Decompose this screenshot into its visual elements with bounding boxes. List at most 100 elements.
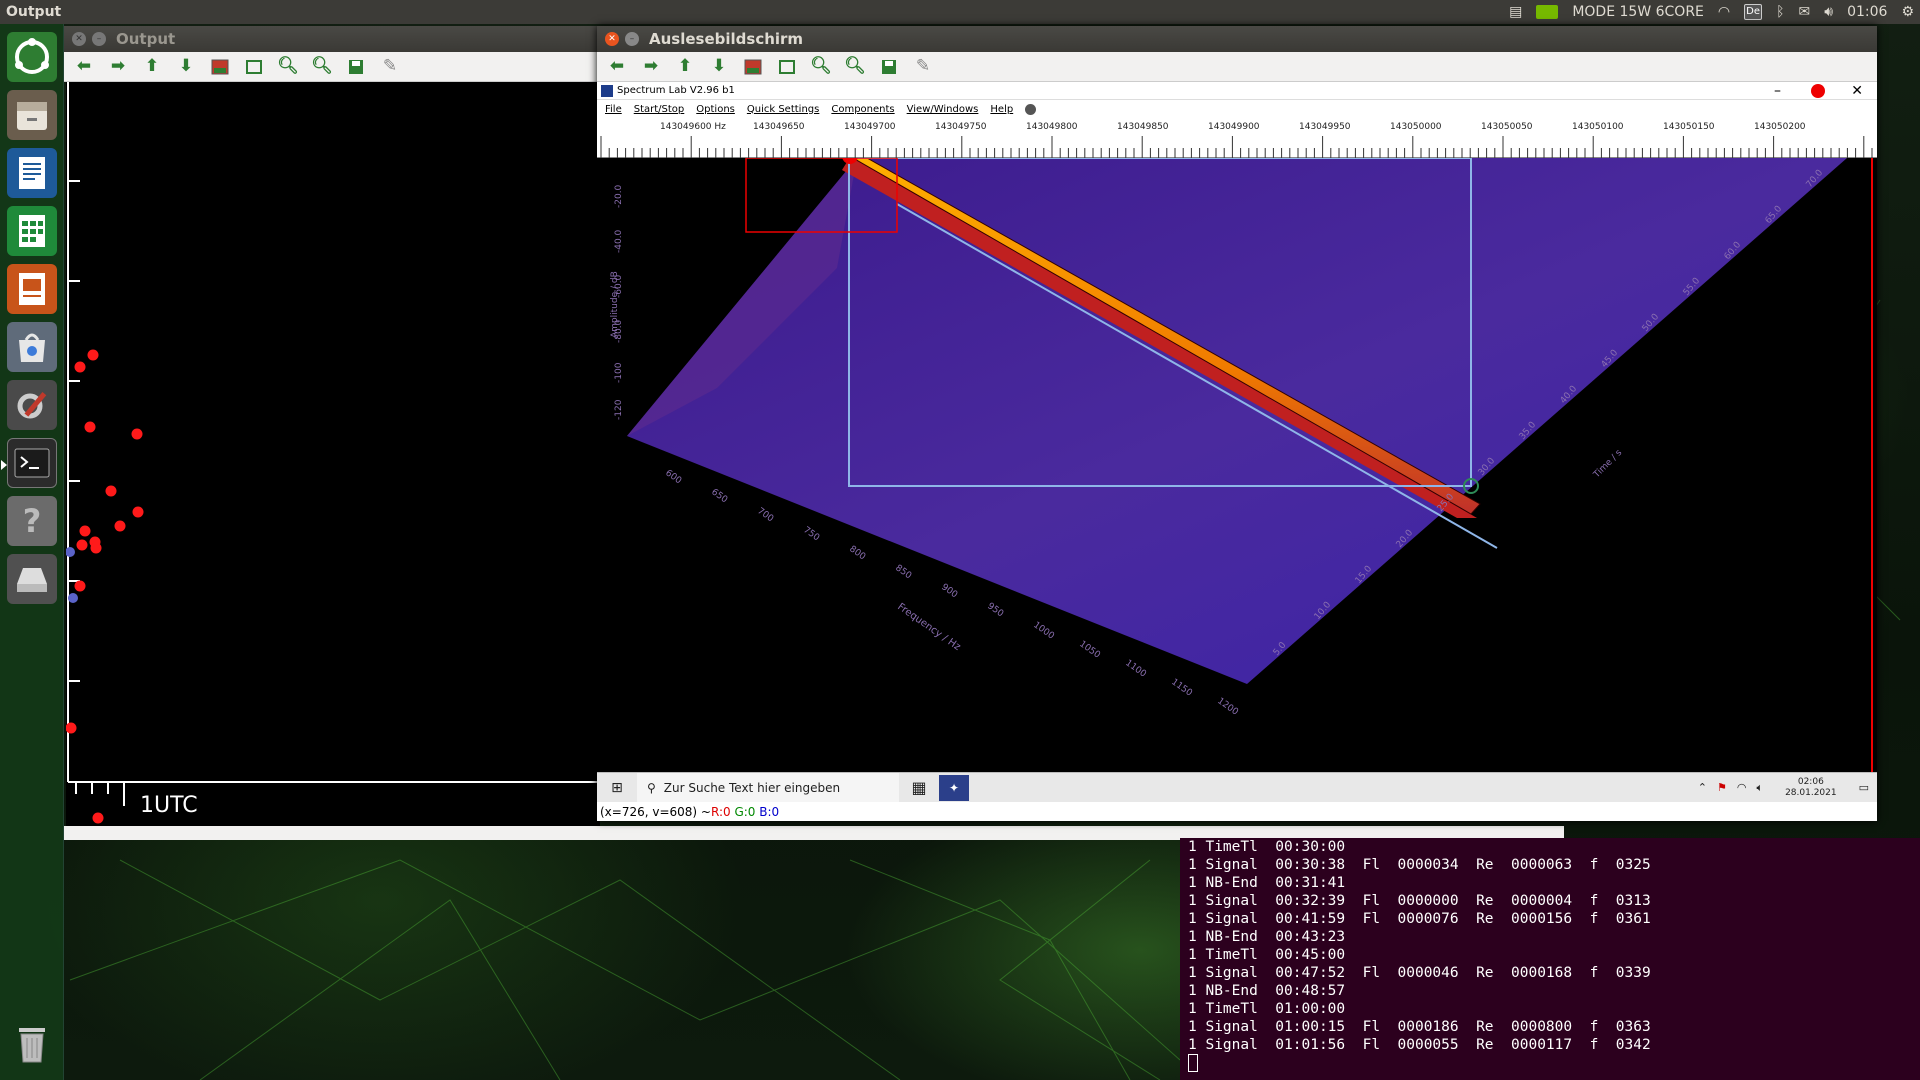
frequency-tick: 650 [709,487,729,505]
arrow-up-icon[interactable]: ⬆ [675,57,695,77]
clipboard-icon[interactable]: ▤ [1509,4,1522,20]
frequency-tick: 750 [801,525,821,543]
wifi-icon[interactable]: ◠ [1737,781,1747,794]
zoom-out-icon[interactable]: 🔍︎ [844,57,866,77]
zoom-in-icon[interactable]: 🔍︎ [810,57,832,77]
spectrum-toolbar: ⬅ ➡ ⬆ ⬇ 🔍︎ 🔍︎ ✎ [597,52,1877,82]
output-window: ✕ – Output ⬅ ➡ ⬆ ⬇ 🔍︎ 🔍︎ ✎ 1UTC [64,26,600,826]
remote-clock[interactable]: 02:06 28.01.2021 [1785,777,1837,799]
signal-point [87,349,99,361]
frequency-tick: 1100 [1123,658,1148,679]
image-icon[interactable] [743,57,763,77]
output-titlebar[interactable]: ✕ – Output [64,26,600,52]
volume-icon[interactable]: 🔊︎ [1824,4,1833,20]
zoom-fit-icon[interactable] [777,57,797,77]
remote-taskbar: ⊞ ⚲ Zur Suche Text hier eingeben ▦ ✦ ⌃ ⚑… [597,772,1877,803]
menu-components[interactable]: Components [831,104,894,115]
arrow-down-icon[interactable]: ⬇ [176,57,196,77]
close-icon[interactable]: ✕ [1851,83,1863,99]
files-icon[interactable] [7,90,57,140]
remote-date: 28.01.2021 [1785,787,1837,798]
system-settings-icon[interactable] [7,380,57,430]
minimize-icon[interactable]: – [1774,83,1781,99]
frequency-ruler[interactable]: 143049600 Hz 143049650 143049700 1430497… [597,118,1877,158]
network-icon[interactable]: ⚑ [1717,781,1727,794]
zoom-out-icon[interactable]: 🔍︎ [311,57,333,77]
software-center-icon[interactable] [7,322,57,372]
sl-menubar: File Start/Stop Options Quick Settings C… [597,100,1877,118]
output-plot[interactable]: 1UTC [65,82,600,826]
ubuntu-dash-icon[interactable] [7,32,57,82]
signal-point [132,506,144,518]
signal-point [76,539,88,551]
terminal-line: 1 Signal 00:32:39 Fl 0000000 Re 0000004 … [1188,893,1651,909]
menu-start-stop[interactable]: Start/Stop [634,104,685,115]
zoom-fit-icon[interactable] [244,57,264,77]
amplitude-tick: -80.0 [614,319,624,343]
speaker-icon[interactable]: 🔈︎ [1756,781,1763,795]
frequency-tick: 1000 [1031,620,1056,641]
nvidia-icon[interactable] [1536,5,1559,19]
windows-start-icon[interactable]: ⊞ [597,780,637,796]
bluetooth-icon[interactable]: ᛒ [1776,4,1784,20]
menu-options[interactable]: Options [696,104,735,115]
menu-quick-settings[interactable]: Quick Settings [747,104,819,115]
minimize-icon[interactable]: – [92,32,106,46]
arrow-right-icon[interactable]: ➡ [641,57,661,77]
signal-point [90,542,102,554]
minimize-icon[interactable]: – [625,32,639,46]
power-mode-label[interactable]: MODE 15W 6CORE [1572,4,1704,20]
close-icon[interactable]: ✕ [605,32,619,46]
edit-icon[interactable]: ✎ [380,57,400,77]
impress-icon[interactable] [7,264,57,314]
wifi-icon[interactable]: ◠ [1718,4,1730,20]
output-toolbar: ⬅ ➡ ⬆ ⬇ 🔍︎ 🔍︎ ✎ [64,52,600,82]
menu-file[interactable]: File [605,104,622,115]
active-app-title: Output [6,4,62,20]
save-icon[interactable] [879,57,899,77]
terminal-line: 1 TimeTl 00:30:00 [1188,839,1346,855]
notification-icon[interactable]: ▭ [1859,781,1869,794]
terminal-cursor [1188,1054,1198,1072]
terminal-line: 1 Signal 01:00:15 Fl 0000186 Re 0000800 … [1188,1019,1651,1035]
drive-icon[interactable] [7,554,57,604]
image-icon[interactable] [210,57,230,77]
keyboard-layout-indicator[interactable]: De [1744,4,1763,20]
trash-icon[interactable] [7,1018,57,1068]
writer-icon[interactable] [7,148,57,198]
remote-screen[interactable]: Spectrum Lab V2.96 b1 – ✕ File Start/Sto… [597,82,1877,803]
arrow-left-icon[interactable]: ⬅ [607,57,627,77]
settings-gear-icon[interactable]: ⚙ [1901,4,1914,20]
arrow-left-icon[interactable]: ⬅ [74,57,94,77]
signal-point [74,361,86,373]
remote-tray: ⌃ ⚑ ◠ 🔈︎ 02:06 28.01.2021 ▭ [1698,777,1869,799]
sl-app-title: Spectrum Lab V2.96 b1 [617,85,735,96]
terminal-icon[interactable] [1,438,57,488]
record-indicator-icon[interactable] [1811,83,1825,98]
terminal-line: 1 NB-End 00:43:23 [1188,929,1346,945]
tray-chevron-icon[interactable]: ⌃ [1698,781,1707,794]
clock[interactable]: 01:06 [1847,4,1887,20]
arrow-down-icon[interactable]: ⬇ [709,57,729,77]
terminal-window[interactable]: 1 TimeTl 00:30:00 1 Signal 00:30:38 Fl 00… [1180,838,1920,1080]
signal-point [114,520,126,532]
arrow-up-icon[interactable]: ⬆ [142,57,162,77]
menu-view-windows[interactable]: View/Windows [907,104,979,115]
save-icon[interactable] [346,57,366,77]
edit-icon[interactable]: ✎ [913,57,933,77]
help-icon[interactable]: ? [7,496,57,546]
close-icon[interactable]: ✕ [72,32,86,46]
ruler-ticks [600,136,1873,158]
status-red: R:0 [710,804,731,819]
zoom-in-icon[interactable]: 🔍︎ [277,57,299,77]
search-box[interactable]: ⚲ Zur Suche Text hier eingeben [637,772,899,803]
arrow-right-icon[interactable]: ➡ [108,57,128,77]
mail-icon[interactable]: ✉ [1799,4,1811,20]
spectrum-titlebar[interactable]: ✕ – Auslesebildschirm [597,26,1877,52]
menu-help[interactable]: Help [990,104,1013,115]
spectrum-lab-taskbar-icon[interactable]: ✦ [939,774,969,801]
search-icon: ⚲ [647,780,656,795]
calculator-icon[interactable]: ▦ [899,778,939,797]
waterfall-3d[interactable]: Amplitude / dB -20.0 -40.0 -60.0 -80.0 -… [597,158,1877,772]
calc-icon[interactable] [7,206,57,256]
